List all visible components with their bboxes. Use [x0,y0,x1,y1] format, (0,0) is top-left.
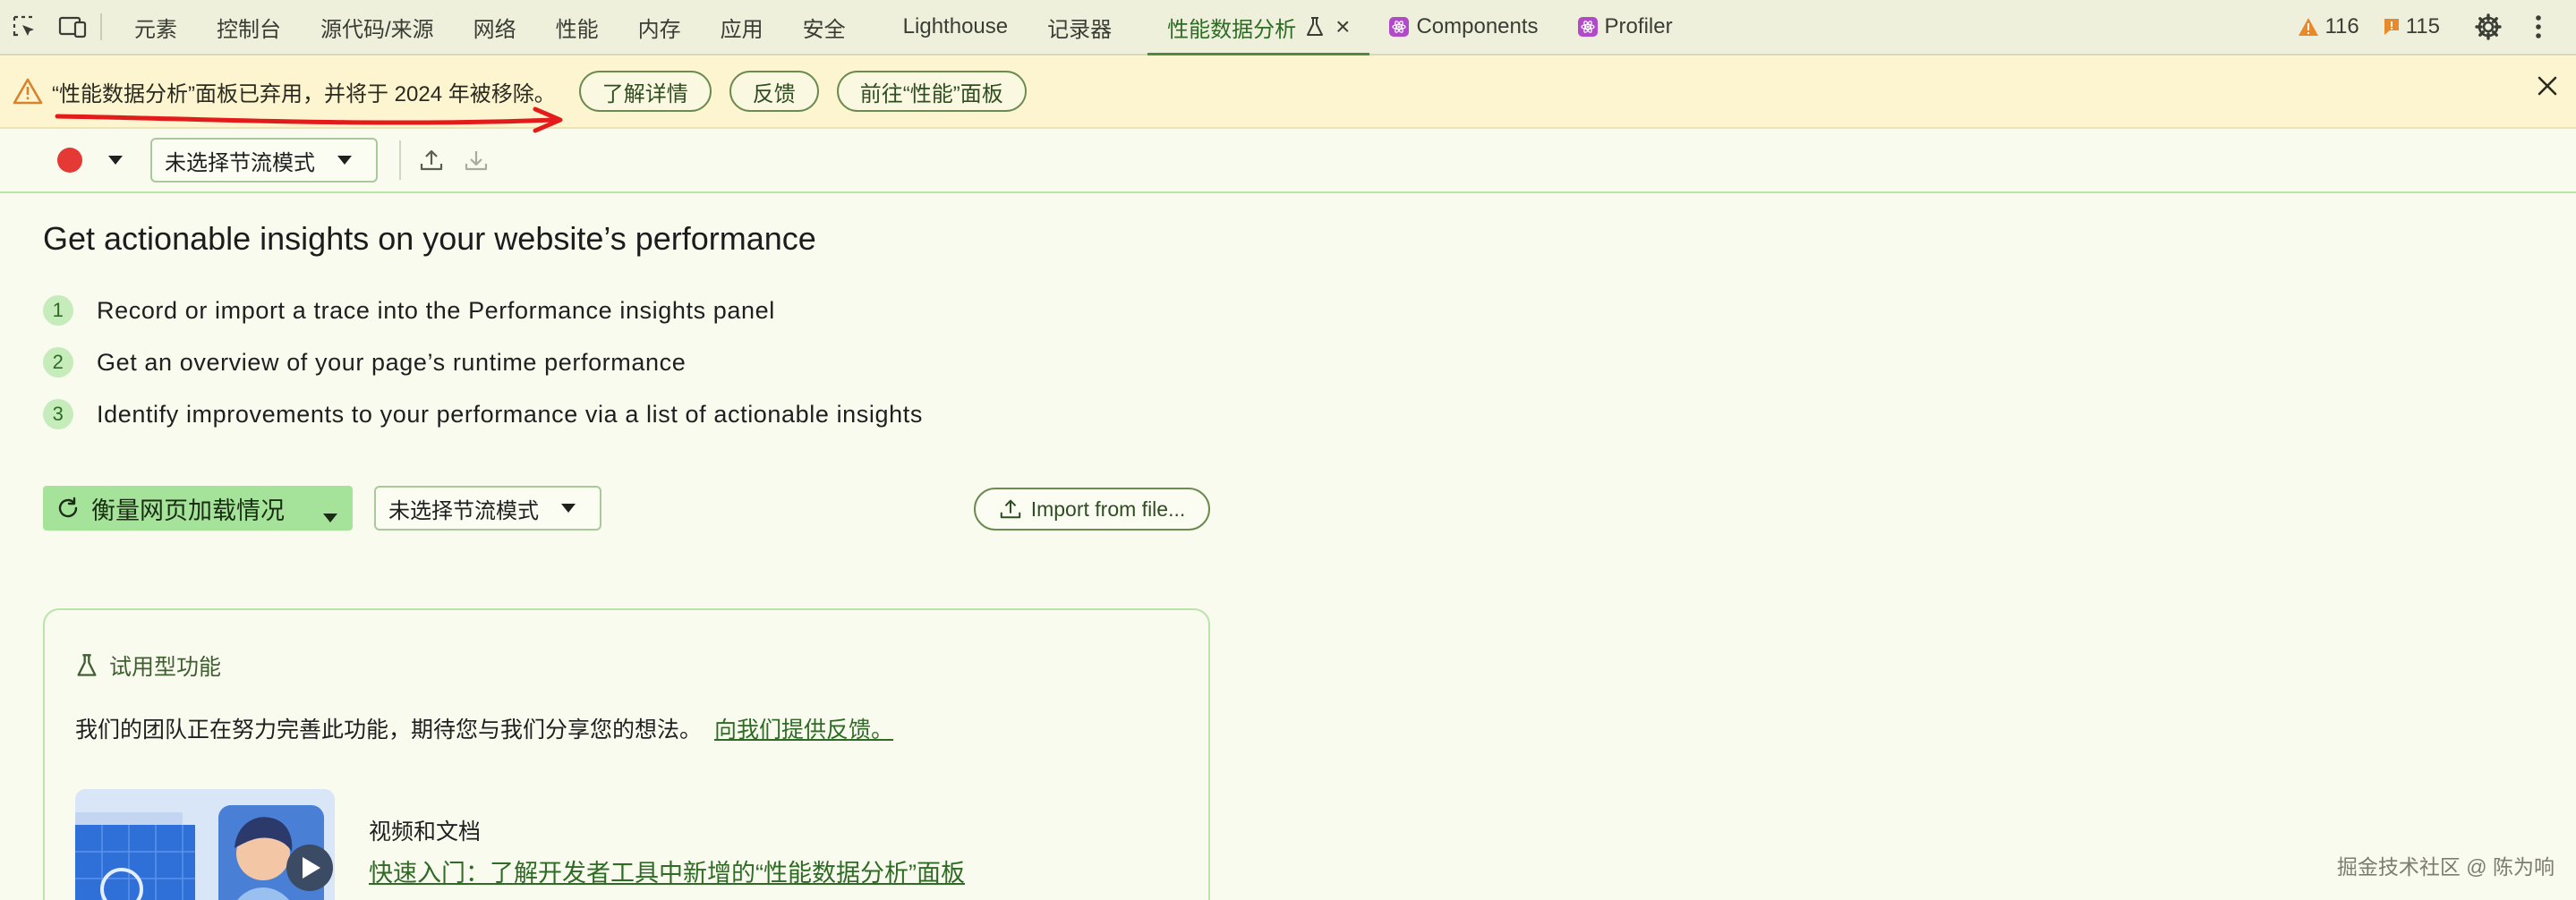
devtools-tab-bar: 元素 控制台 源代码/来源 网络 性能 内存 应用 安全 Lighthouse … [0,0,2576,56]
chevron-down-icon [108,156,123,165]
card-description: 我们的团队正在努力完善此功能，期待您与我们分享您的想法。 向我们提供反馈。 [75,712,893,744]
step-number: 3 [43,399,73,429]
tab-label: Lighthouse [902,14,1009,38]
flask-icon [77,654,97,676]
video-docs-label: 视频和文档 [369,819,482,845]
deprecation-message: “性能数据分析”面板已弃用，并将于 2024 年被移除。 [52,81,556,106]
step-number: 1 [43,295,73,326]
warnings-count: 116 [2324,14,2359,38]
flask-icon [1305,16,1325,38]
page-title: Get actionable insights on your website’… [43,220,816,257]
tab-label: 内存 [637,17,681,42]
gear-icon [2475,13,2502,40]
tab-elements[interactable]: 元素 [115,0,197,55]
card-heading: 试用型功能 [75,650,221,682]
record-button[interactable] [57,148,82,173]
download-icon[interactable] [464,148,489,173]
tab-label: 性能 [555,17,599,42]
list-item: 3 Identify improvements to your performa… [43,399,923,429]
feedback-link[interactable]: 向我们提供反馈。 [714,717,893,743]
more-icon [2536,15,2541,38]
device-toolbar-button[interactable] [48,0,97,55]
step-text: Get an overview of your page’s runtime p… [97,348,687,376]
warnings-counter[interactable]: 116 [2298,14,2359,39]
import-button-label: Import from file... [1030,497,1186,521]
tab-label: Profiler [1604,14,1673,38]
tab-memory[interactable]: 内存 [618,0,701,55]
tab-performance-insights[interactable]: 性能数据分析 × [1147,0,1370,56]
tab-label: 应用 [720,17,763,42]
insights-toolbar: 未选择节流模式 [0,129,2576,193]
tabbar-divider [100,13,102,40]
tab-label: 网络 [473,17,516,42]
card-description-text: 我们的团队正在努力完善此功能，期待您与我们分享您的想法。 [75,717,703,743]
throttling-select-main[interactable]: 未选择节流模式 [374,486,601,531]
tab-label: Components [1416,14,1539,38]
video-thumbnail[interactable] [75,789,335,900]
quick-start-video-link[interactable]: 快速入门：了解开发者工具中新增的“性能数据分析”面板 [369,853,965,888]
close-icon[interactable]: × [1335,13,1350,41]
chevron-down-icon[interactable] [322,502,338,530]
card-heading-text: 试用型功能 [109,655,222,680]
tab-lighthouse[interactable]: Lighthouse [883,0,1028,55]
list-item: 2 Get an overview of your page’s runtime… [43,347,686,378]
measure-button-label: 衡量网页加载情况 [91,497,285,524]
step-text: Identify improvements to your performanc… [97,400,923,428]
warning-icon [2299,18,2319,36]
tab-label: 安全 [802,17,846,42]
chevron-down-icon [337,155,353,166]
experimental-feature-card: 试用型功能 我们的团队正在努力完善此功能，期待您与我们分享您的想法。 向我们提供反… [43,608,1210,900]
upload-icon[interactable] [419,148,444,173]
tab-recorder[interactable]: 记录器 [1028,0,1131,55]
measure-page-load-button[interactable]: 衡量网页加载情况 [43,486,353,531]
throttling-select[interactable]: 未选择节流模式 [150,138,378,183]
tab-security[interactable]: 安全 [783,0,866,55]
throttling-value: 未选择节流模式 [165,150,315,175]
inspect-element-button[interactable] [0,0,48,55]
issues-count: 115 [2405,14,2440,38]
goto-performance-panel-button[interactable]: 前往“性能”面板 [836,71,1027,112]
react-icon [1577,17,1598,37]
react-icon [1389,17,1410,37]
close-banner-button[interactable] [2537,75,2558,101]
more-options-button[interactable] [2513,0,2563,55]
refresh-icon [55,496,81,521]
issue-icon [2384,19,2399,35]
warning-icon [13,78,43,105]
import-from-file-button[interactable]: Import from file... [974,488,1210,531]
tab-components[interactable]: Components [1369,0,1557,55]
step-text: Record or import a trace into the Perfor… [97,296,775,324]
toolbar-divider [399,140,401,180]
learn-more-button[interactable]: 了解详情 [578,71,712,112]
settings-button[interactable] [2463,0,2513,55]
tab-label: 源代码/来源 [320,17,434,42]
tab-label: 控制台 [217,17,281,42]
throttling-value: 未选择节流模式 [388,498,539,523]
device-toolbar-icon [58,16,87,38]
tab-console[interactable]: 控制台 [197,0,301,55]
watermark: 掘金技术社区 @ 陈为响 [2336,855,2555,879]
upload-icon [1000,499,1020,519]
feedback-button[interactable]: 反馈 [729,71,819,112]
step-number: 2 [43,347,73,378]
chevron-down-icon [560,503,576,514]
close-icon [2538,76,2557,96]
tab-label: 性能数据分析 [1167,17,1297,42]
record-options-dropdown[interactable] [107,155,124,166]
tabbar-right-tools: 116 115 [2298,0,2576,55]
tab-sources[interactable]: 源代码/来源 [301,0,454,55]
deprecation-banner: “性能数据分析”面板已弃用，并将于 2024 年被移除。 了解详情 反馈 前往“… [0,55,2576,129]
issues-counter[interactable]: 115 [2383,14,2440,39]
tab-profiler[interactable]: Profiler [1558,0,1693,55]
tab-label: 元素 [134,17,177,42]
tab-application[interactable]: 应用 [701,0,783,55]
tab-performance[interactable]: 性能 [536,0,618,55]
tab-network[interactable]: 网络 [454,0,536,55]
tab-label: 记录器 [1047,17,1113,42]
list-item: 1 Record or import a trace into the Perf… [43,295,775,326]
inspect-element-icon [13,15,34,37]
